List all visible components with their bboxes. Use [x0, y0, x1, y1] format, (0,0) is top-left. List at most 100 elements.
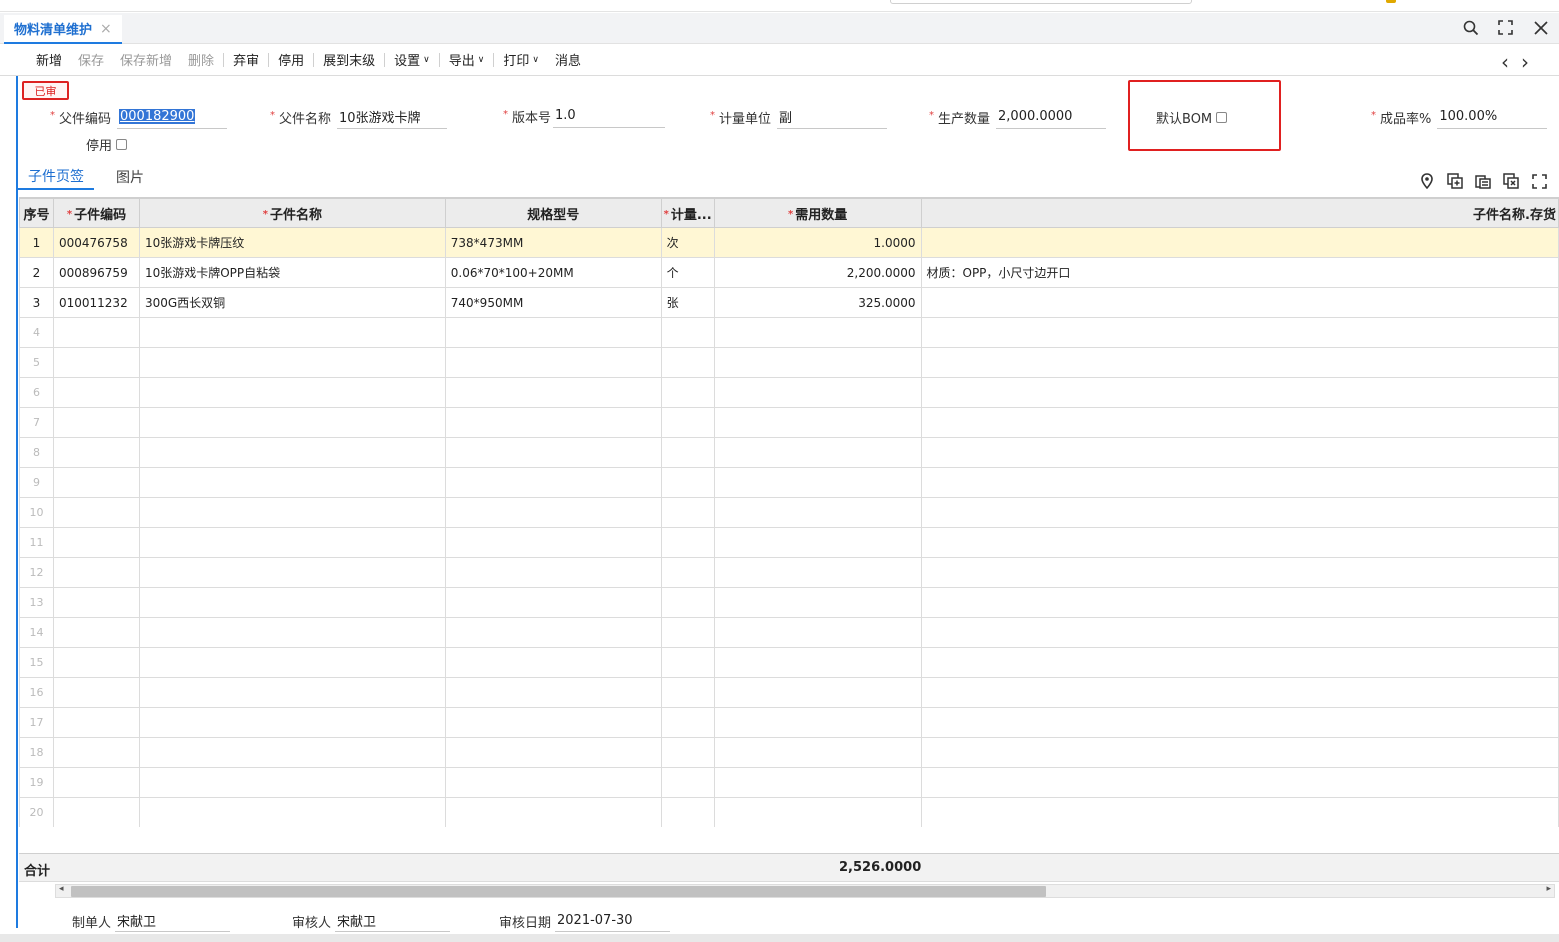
table-cell-name[interactable] — [138, 737, 446, 768]
table-cell-spec[interactable] — [444, 437, 662, 468]
table-cell-code[interactable] — [52, 737, 140, 768]
quantity-input[interactable]: 2,000.0000 — [996, 105, 1107, 129]
delete-row-icon[interactable] — [1503, 173, 1519, 189]
table-row[interactable]: 4 — [19, 317, 1559, 348]
table-cell-extra[interactable] — [920, 797, 1559, 827]
table-row[interactable]: 16 — [19, 677, 1559, 708]
col-header-qty[interactable]: * 需用数量 — [713, 198, 922, 228]
table-cell-spec[interactable] — [444, 767, 662, 798]
table-cell-qty[interactable] — [713, 557, 922, 588]
table-cell-code[interactable] — [52, 407, 140, 438]
table-cell-code[interactable] — [52, 437, 140, 468]
scroll-left-icon[interactable]: ◂ — [59, 884, 64, 894]
next-icon[interactable]: › — [1521, 50, 1529, 74]
table-cell-extra[interactable]: 材质：OPP，小尺寸边开口 — [920, 257, 1559, 288]
table-cell-code[interactable] — [52, 527, 140, 558]
table-cell-extra[interactable] — [920, 707, 1559, 738]
unit-input[interactable]: 副 — [777, 105, 888, 129]
table-cell-extra[interactable] — [920, 287, 1559, 318]
print-dropdown[interactable]: 打印 ∨ — [495, 44, 547, 76]
save-new-button[interactable]: 保存新增 — [112, 44, 180, 76]
global-search-box[interactable] — [890, 0, 1192, 4]
table-cell-spec[interactable] — [444, 347, 662, 378]
table-cell-name[interactable] — [138, 677, 446, 708]
horizontal-scrollbar[interactable]: ◂ ▸ — [55, 884, 1555, 898]
table-cell-extra[interactable] — [920, 737, 1559, 768]
table-cell-code[interactable] — [52, 377, 140, 408]
table-cell-extra[interactable] — [920, 587, 1559, 618]
abandon-audit-button[interactable]: 弃审 — [225, 44, 267, 76]
table-cell-extra[interactable] — [920, 557, 1559, 588]
table-cell-spec[interactable] — [444, 557, 662, 588]
table-cell-name[interactable] — [138, 767, 446, 798]
table-cell-code[interactable] — [52, 767, 140, 798]
table-cell-unit[interactable] — [660, 797, 715, 827]
table-cell-spec[interactable]: 740*950MM — [444, 287, 662, 318]
table-cell-spec[interactable]: 738*473MM — [444, 227, 662, 258]
table-cell-spec[interactable] — [444, 617, 662, 648]
table-row[interactable]: 14 — [19, 617, 1559, 648]
export-dropdown[interactable]: 导出 ∨ — [441, 44, 493, 76]
table-cell-spec[interactable] — [444, 677, 662, 708]
table-cell-qty[interactable] — [713, 647, 922, 678]
table-cell-spec[interactable] — [444, 407, 662, 438]
table-cell-unit[interactable] — [660, 377, 715, 408]
table-row[interactable]: 12 — [19, 557, 1559, 588]
table-cell-code[interactable] — [52, 617, 140, 648]
table-row[interactable]: 18 — [19, 737, 1559, 768]
table-cell-unit[interactable]: 个 — [660, 257, 715, 288]
table-cell-spec[interactable] — [444, 707, 662, 738]
expand-to-leaf-button[interactable]: 展到末级 — [315, 44, 383, 76]
close-icon[interactable] — [1532, 19, 1549, 36]
table-cell-qty[interactable] — [713, 527, 922, 558]
col-header-unit[interactable]: * 计量... — [660, 198, 715, 228]
table-cell-extra[interactable] — [920, 647, 1559, 678]
table-cell-qty[interactable] — [713, 377, 922, 408]
parent-code-input[interactable]: 000182900 — [117, 105, 228, 129]
scroll-right-icon[interactable]: ▸ — [1546, 884, 1551, 894]
table-cell-name[interactable] — [138, 497, 446, 528]
table-cell-unit[interactable] — [660, 617, 715, 648]
table-cell-extra[interactable] — [920, 527, 1559, 558]
table-cell-unit[interactable] — [660, 527, 715, 558]
table-cell-spec[interactable] — [444, 527, 662, 558]
table-cell-unit[interactable] — [660, 437, 715, 468]
table-cell-extra[interactable] — [920, 497, 1559, 528]
table-cell-spec[interactable] — [444, 317, 662, 348]
table-cell-code[interactable]: 000476758 — [52, 227, 140, 258]
notification-badge-icon[interactable] — [1386, 0, 1396, 3]
table-cell-name[interactable] — [138, 407, 446, 438]
location-icon[interactable] — [1419, 173, 1435, 189]
prev-icon[interactable]: ‹ — [1501, 50, 1509, 74]
table-cell-name[interactable] — [138, 347, 446, 378]
table-cell-code[interactable] — [52, 707, 140, 738]
table-cell-unit[interactable] — [660, 647, 715, 678]
tab-bom-maintenance[interactable]: 物料清单维护 × — [4, 15, 122, 44]
table-cell-unit[interactable]: 张 — [660, 287, 715, 318]
scrollbar-thumb[interactable] — [71, 886, 1046, 897]
table-cell-code[interactable] — [52, 647, 140, 678]
table-row[interactable]: 6 — [19, 377, 1559, 408]
table-cell-name[interactable] — [138, 647, 446, 678]
table-cell-qty[interactable] — [713, 317, 922, 348]
yield-input[interactable]: 100.00% — [1437, 105, 1548, 129]
table-cell-qty[interactable] — [713, 797, 922, 827]
table-cell-name[interactable] — [138, 557, 446, 588]
table-cell-extra[interactable] — [920, 317, 1559, 348]
table-cell-name[interactable] — [138, 617, 446, 648]
disabled-checkbox[interactable] — [116, 138, 128, 150]
table-cell-qty[interactable] — [713, 407, 922, 438]
add-row-icon[interactable] — [1447, 173, 1463, 189]
table-cell-spec[interactable]: 0.06*70*100+20MM — [444, 257, 662, 288]
table-cell-qty[interactable]: 2,200.0000 — [713, 257, 922, 288]
col-header-code[interactable]: * 子件编码 — [52, 198, 140, 228]
table-cell-unit[interactable] — [660, 677, 715, 708]
table-cell-unit[interactable] — [660, 467, 715, 498]
table-cell-qty[interactable]: 325.0000 — [713, 287, 922, 318]
table-cell-name[interactable]: 10张游戏卡牌压纹 — [138, 227, 446, 258]
table-row[interactable]: 13 — [19, 587, 1559, 618]
table-cell-extra[interactable] — [920, 617, 1559, 648]
tab-images[interactable]: 图片 — [106, 163, 154, 190]
table-cell-extra[interactable] — [920, 377, 1559, 408]
table-cell-code[interactable] — [52, 317, 140, 348]
